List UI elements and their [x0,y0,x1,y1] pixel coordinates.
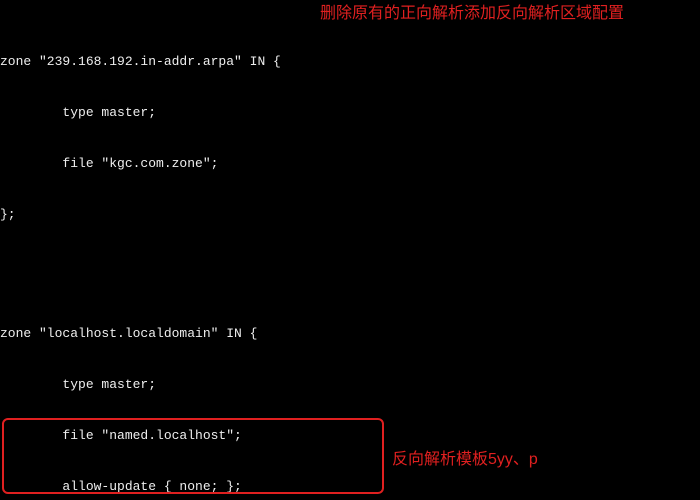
config-line: allow-update { none; }; [0,478,700,495]
annotation-bottom: 反向解析模板5yy、p [392,450,538,470]
config-line: zone "localhost.localdomain" IN { [0,325,700,342]
annotation-top: 删除原有的正向解析添加反向解析区域配置 [320,4,680,24]
blank-line [0,257,700,274]
config-line: file "kgc.com.zone"; [0,155,700,172]
config-line: file "named.localhost"; [0,427,700,444]
terminal-editor[interactable]: zone "239.168.192.in-addr.arpa" IN { typ… [0,0,700,500]
config-line: }; [0,206,700,223]
config-line: type master; [0,376,700,393]
config-line: zone "239.168.192.in-addr.arpa" IN { [0,53,700,70]
config-line: type master; [0,104,700,121]
